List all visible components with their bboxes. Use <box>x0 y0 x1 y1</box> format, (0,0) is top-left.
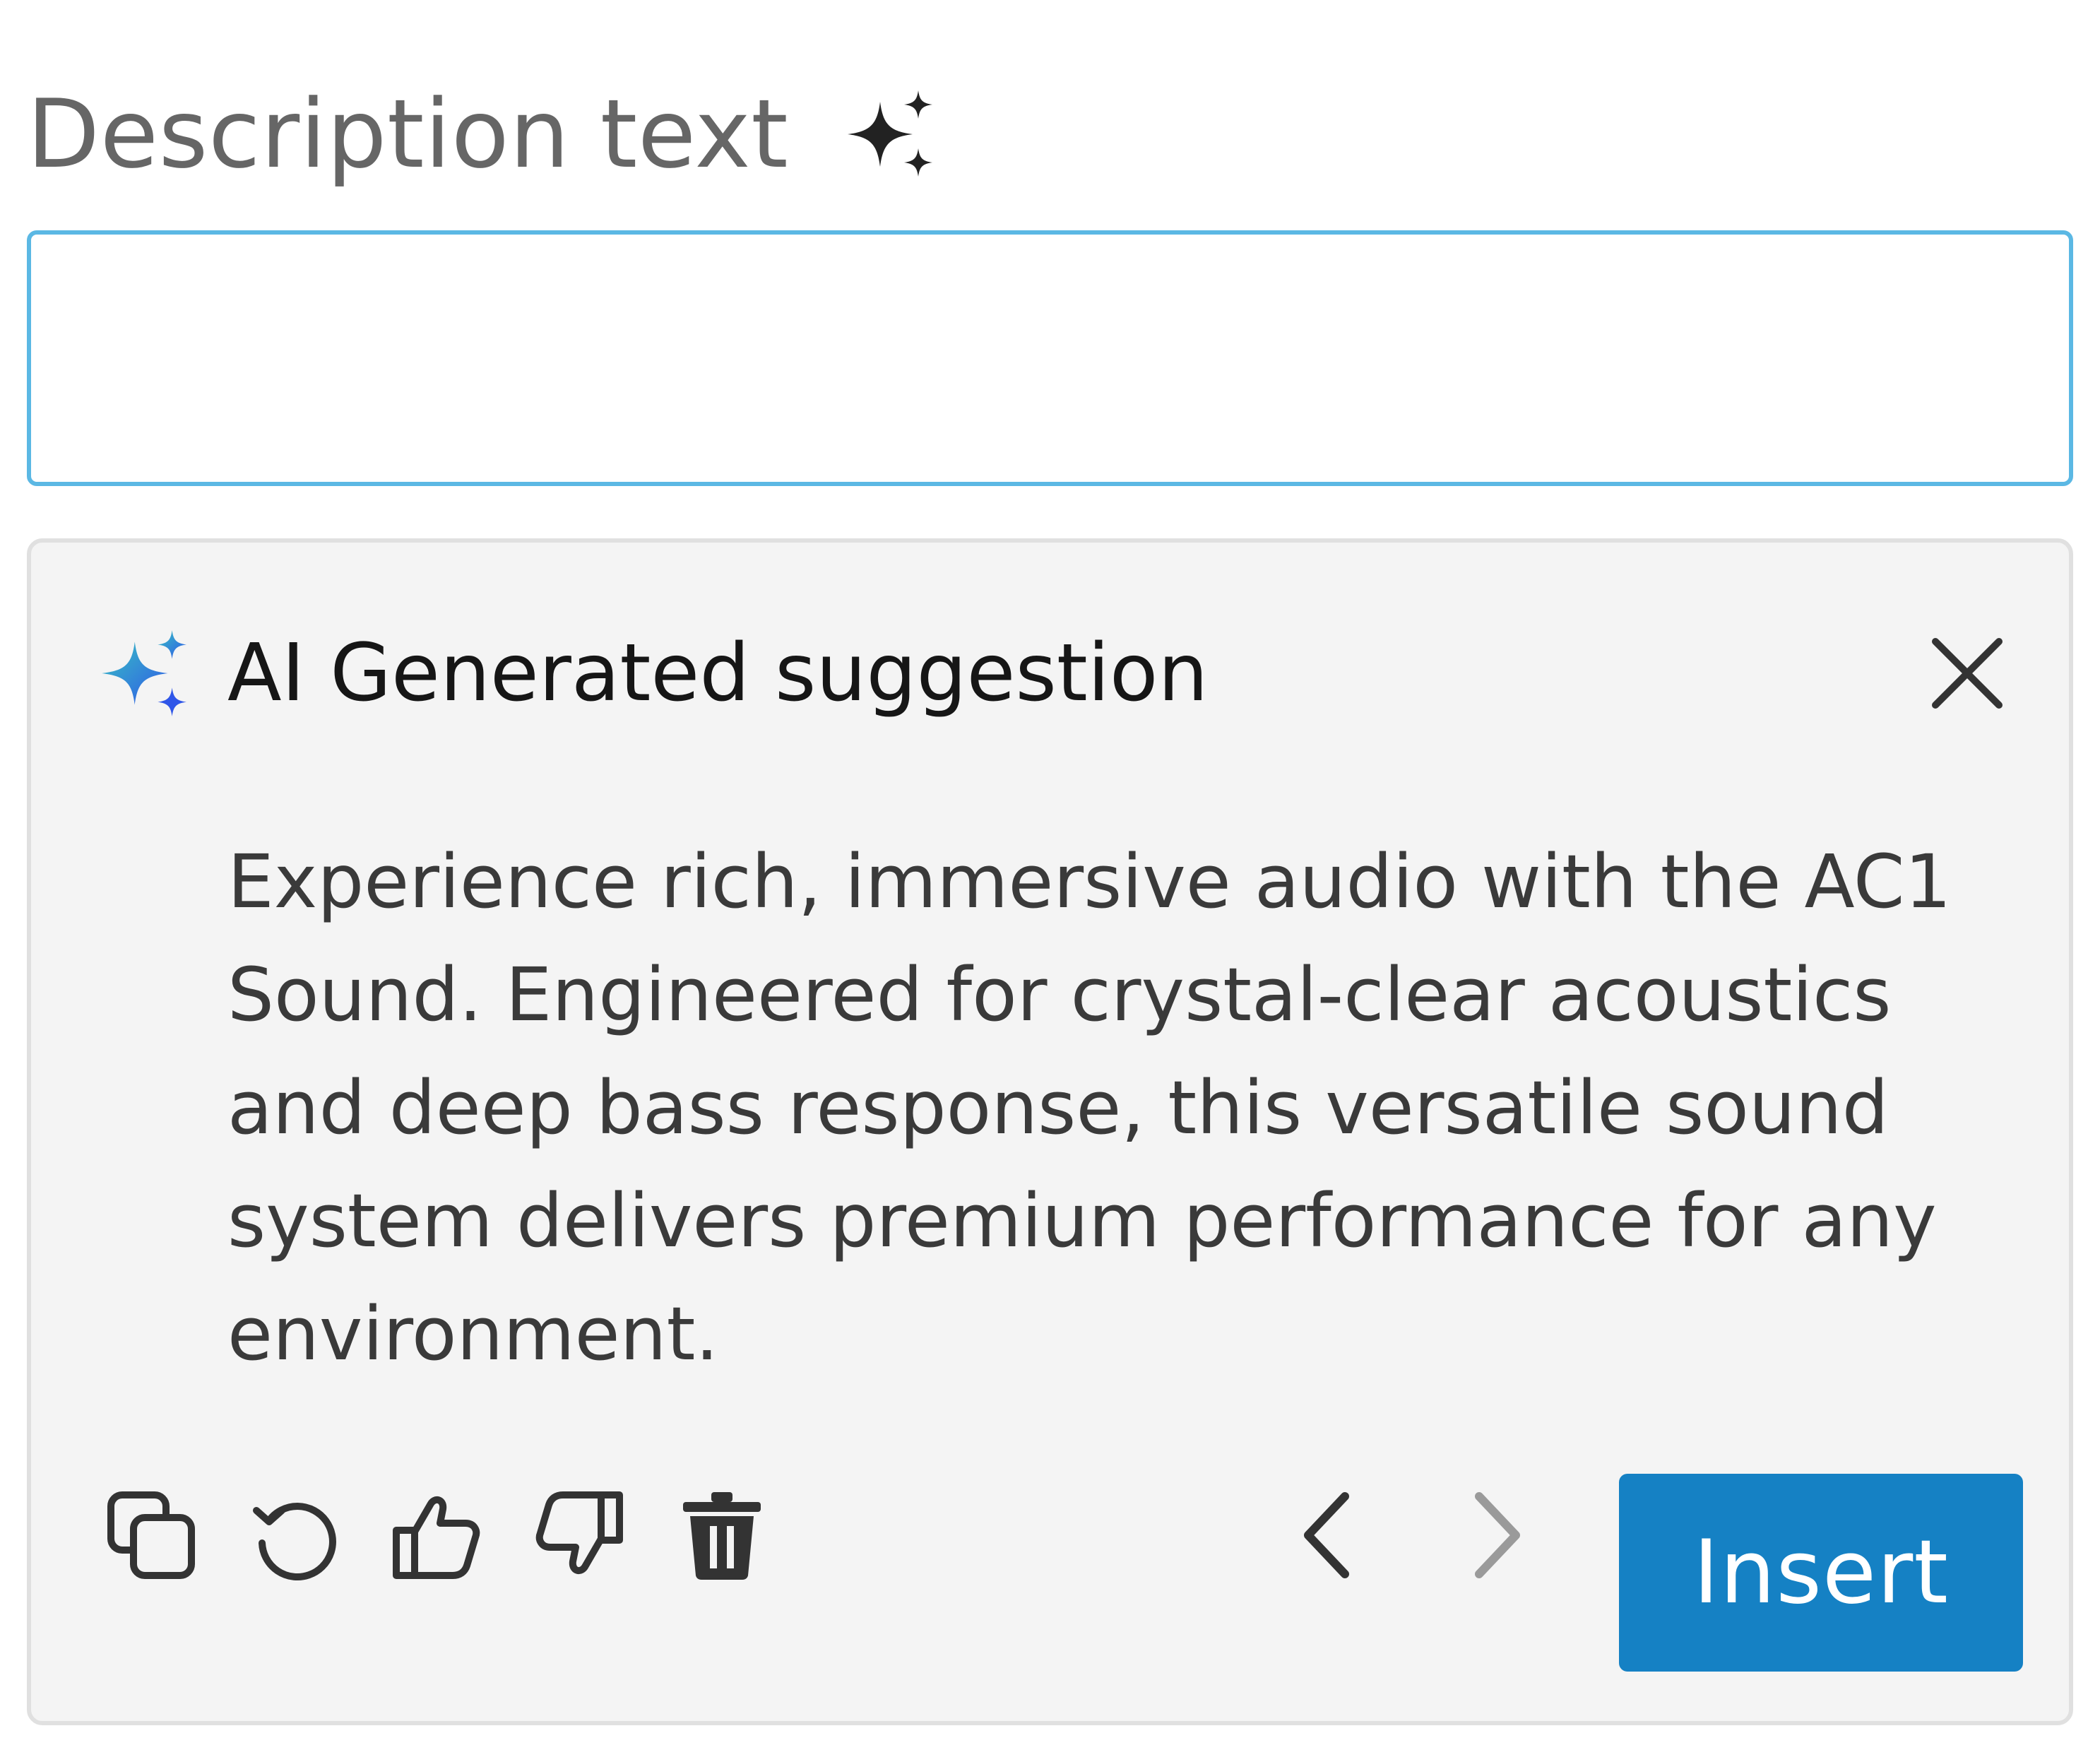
copy-icon <box>107 1491 195 1579</box>
chevron-right-icon <box>1475 1492 1520 1578</box>
regenerate-icon <box>253 1503 336 1581</box>
trash-icon <box>683 1492 761 1580</box>
sparkles-icon[interactable] <box>845 89 935 179</box>
panel-title: AI Generated suggestion <box>227 627 1209 719</box>
close-button[interactable] <box>1921 627 2013 719</box>
delete-button[interactable] <box>672 1486 771 1585</box>
suggestion-pagination <box>1281 1468 1620 1602</box>
chevron-left-icon <box>1304 1492 1349 1578</box>
ai-suggestion-panel: AI Generated suggestion Experience rich,… <box>27 538 2073 1725</box>
insert-button[interactable]: Insert <box>1619 1474 2023 1672</box>
ai-sparkle-icon <box>99 627 191 719</box>
regenerate-button[interactable] <box>244 1486 343 1585</box>
previous-suggestion-button[interactable] <box>1281 1489 1373 1581</box>
panel-header: AI Generated suggestion <box>99 613 2020 733</box>
field-label: Description text <box>27 79 789 189</box>
suggestion-toolbar <box>102 1468 815 1602</box>
thumbs-up-icon <box>393 1496 480 1579</box>
thumbs-down-icon <box>535 1491 623 1575</box>
thumbs-up-button[interactable] <box>387 1486 486 1585</box>
description-input[interactable] <box>27 230 2073 486</box>
field-label-row: Description text <box>27 71 935 198</box>
thumbs-down-button[interactable] <box>530 1486 629 1585</box>
close-icon <box>1932 638 2003 709</box>
suggestion-text: Experience rich, immersive audio with th… <box>227 839 1952 1377</box>
next-suggestion-button[interactable] <box>1451 1489 1543 1581</box>
copy-button[interactable] <box>102 1486 201 1585</box>
